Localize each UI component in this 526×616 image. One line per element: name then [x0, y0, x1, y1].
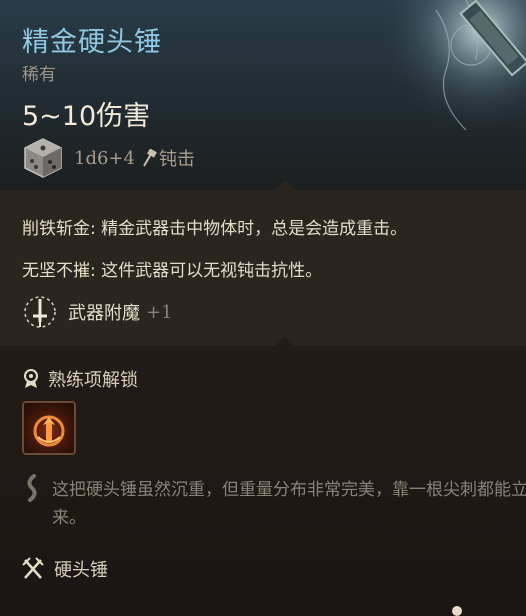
damage-dice: 1d6+4 — [74, 147, 135, 169]
weapon-action-glyph — [33, 415, 65, 447]
item-rarity: 稀有 — [22, 65, 56, 85]
scroll-indicator — [452, 606, 462, 616]
property-name: 削铁斩金: — [22, 219, 96, 239]
property-line: 无坚不摧: 这件武器可以无视钝击抗性。 — [22, 256, 322, 281]
proficiency-header: 熟练项解锁 — [22, 366, 138, 392]
quote-icon — [27, 474, 37, 502]
property-text: 这件武器可以无视钝击抗性。 — [95, 261, 323, 281]
weapon-action-icon[interactable] — [22, 401, 76, 455]
damage-type: 钝击 — [141, 145, 195, 171]
enchantment-value: +1 — [146, 301, 173, 323]
property-text: 精金武器击中物体时，总是会造成重击。 — [95, 219, 408, 239]
item-art — [376, 0, 526, 150]
d6-dice-icon — [24, 138, 62, 178]
enchant-sword-icon — [24, 296, 56, 328]
property-name: 无坚不摧: — [22, 261, 96, 281]
item-name: 精金硬头锤 — [22, 27, 162, 58]
proficiency-label: 熟练项解锁 — [48, 370, 138, 391]
weapon-type-row: 硬头锤 — [22, 556, 108, 582]
property-line: 削铁斩金: 精金武器击中物体时，总是会造成重击。 — [22, 214, 407, 239]
damage-range: 5~10伤害 — [22, 101, 151, 132]
item-tooltip: 精金硬头锤 稀有 5~10伤害 1d6+4 钝击 削铁斩金: 精金武器击中物体时… — [0, 0, 526, 616]
bludgeon-icon — [143, 149, 157, 167]
crossed-weapons-icon — [22, 557, 44, 579]
enchantment-label: 武器附魔 — [68, 303, 140, 324]
flavor-text: 这把硬头锤虽然沉重，但重量分布非常完美，靠一根尖刺都能立起来。 — [52, 480, 526, 528]
damage-dice-row: 1d6+4 钝击 — [22, 136, 195, 180]
weapon-type-label: 硬头锤 — [54, 560, 108, 581]
damage-type-label: 钝击 — [158, 149, 195, 170]
enchantment-row: 武器附魔 +1 — [22, 292, 173, 332]
proficiency-medal-icon — [24, 369, 38, 388]
